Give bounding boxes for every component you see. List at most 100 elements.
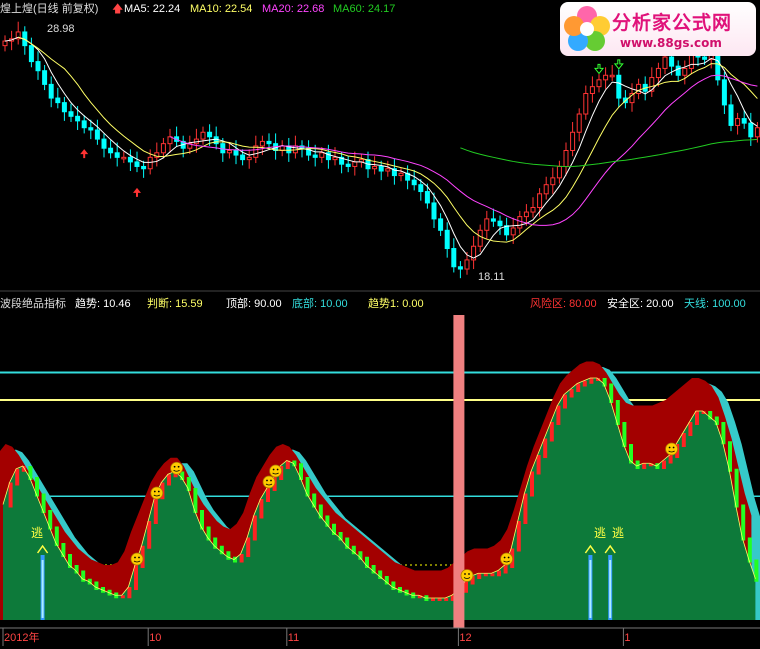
top-value: 顶部: 90.00	[226, 298, 282, 310]
candle-body	[28, 45, 34, 63]
price-panel[interactable]	[2, 21, 760, 279]
trend-bar	[246, 537, 251, 557]
sell-arrow-icon	[613, 59, 624, 70]
candle-body	[398, 172, 404, 177]
trend-bar	[153, 496, 158, 524]
candle-body	[603, 74, 609, 81]
trend-bar	[477, 573, 482, 579]
candle-body	[345, 163, 351, 167]
candle-body	[385, 168, 391, 172]
trend-bar	[120, 595, 125, 599]
smiley-face	[500, 552, 514, 566]
trend-bar	[556, 405, 561, 425]
logo-title: 分析家公式网	[612, 12, 733, 34]
chart-window: 分析家公式网 www.88gs.com 煌上煌(日线 前复权) 🡅 MA5: 2…	[0, 0, 760, 649]
candle-body	[688, 54, 694, 69]
candle-body	[477, 229, 483, 247]
candle-body	[517, 216, 523, 229]
candle-body	[200, 131, 206, 140]
smiley-icon	[269, 464, 283, 478]
sell-arrow-icon	[593, 63, 605, 75]
smiley-eye	[134, 556, 136, 559]
buy-arrow-icon	[133, 187, 141, 197]
escape-label: 逃	[612, 526, 625, 540]
ma5-label: MA5: 22.24	[124, 3, 181, 15]
smiley-eye	[177, 465, 180, 468]
smiley-face	[262, 475, 276, 489]
candle-body	[576, 113, 582, 133]
candle-body	[748, 122, 754, 138]
trend-bar	[569, 389, 574, 398]
candle-body	[207, 131, 213, 138]
candle-body	[121, 156, 127, 160]
trend-bar	[536, 455, 541, 475]
candle-body	[88, 127, 94, 131]
candle-body	[312, 154, 318, 158]
candle-body	[537, 193, 543, 208]
smiley-icon	[130, 552, 144, 566]
trend-bar	[28, 466, 33, 480]
x-tick-label: 12	[459, 632, 472, 644]
candle-body	[332, 156, 338, 161]
candle-body	[68, 111, 74, 117]
risk-value: 风险区: 80.00	[530, 298, 597, 310]
indicator-panel[interactable]	[0, 315, 760, 628]
candle-body	[94, 129, 100, 140]
trend-bar	[589, 378, 594, 384]
candle-body	[543, 184, 549, 195]
trend-bar	[563, 394, 567, 409]
candle-body	[372, 165, 378, 170]
smiley-icon	[150, 486, 164, 500]
trend-bar	[134, 565, 138, 590]
candle-body	[596, 79, 602, 88]
candle-body	[451, 248, 457, 268]
trend-bar	[259, 499, 264, 519]
escape-spike-core	[41, 560, 44, 618]
smiley-eye	[468, 573, 470, 575]
escape-label: 逃	[31, 526, 44, 540]
candle-body	[134, 161, 140, 167]
chart-canvas[interactable]	[0, 0, 760, 649]
trend-bar	[444, 598, 449, 601]
candle-body	[35, 61, 41, 72]
trend-bar	[549, 422, 554, 442]
ma10-label: MA10: 22.54	[190, 3, 253, 15]
candle-body	[108, 147, 114, 154]
trend-bar	[582, 380, 587, 387]
smiley-icon	[170, 461, 184, 475]
trend-bar	[252, 515, 257, 541]
candle-body	[669, 56, 675, 67]
trend-bar	[483, 573, 488, 577]
candle-body	[636, 83, 642, 95]
smiley-face	[170, 461, 184, 475]
trend-bar	[523, 493, 528, 524]
trend-bar	[490, 573, 495, 577]
candle-body	[675, 65, 681, 76]
ma60-label: MA60: 24.17	[333, 3, 396, 15]
high-price-label: 28.98	[47, 23, 75, 35]
smiley-icon	[500, 552, 514, 566]
trend-bar	[431, 598, 435, 601]
escape-spike-core	[609, 560, 612, 618]
buy-arrow-icon	[80, 149, 89, 159]
trend-bar	[695, 411, 699, 425]
smiley-eye	[276, 468, 279, 471]
candle-body	[226, 150, 232, 154]
x-tick-label: 10	[149, 632, 162, 644]
candle-body	[418, 184, 424, 193]
candle-body	[424, 191, 430, 204]
candle-body	[240, 154, 246, 161]
candle-body	[266, 140, 272, 145]
trend-bar	[516, 521, 521, 552]
trend-bar	[266, 488, 270, 502]
trend-bar	[21, 466, 26, 472]
smiley-eye	[668, 446, 671, 449]
smiley-eye	[153, 490, 156, 493]
candle-body	[160, 143, 166, 154]
smiley-eye	[138, 556, 140, 559]
candle-body	[246, 156, 252, 161]
smiley-eye	[157, 490, 160, 493]
escape-spike-core	[589, 560, 592, 618]
candle-body	[721, 79, 727, 106]
trend-bar	[94, 581, 99, 590]
